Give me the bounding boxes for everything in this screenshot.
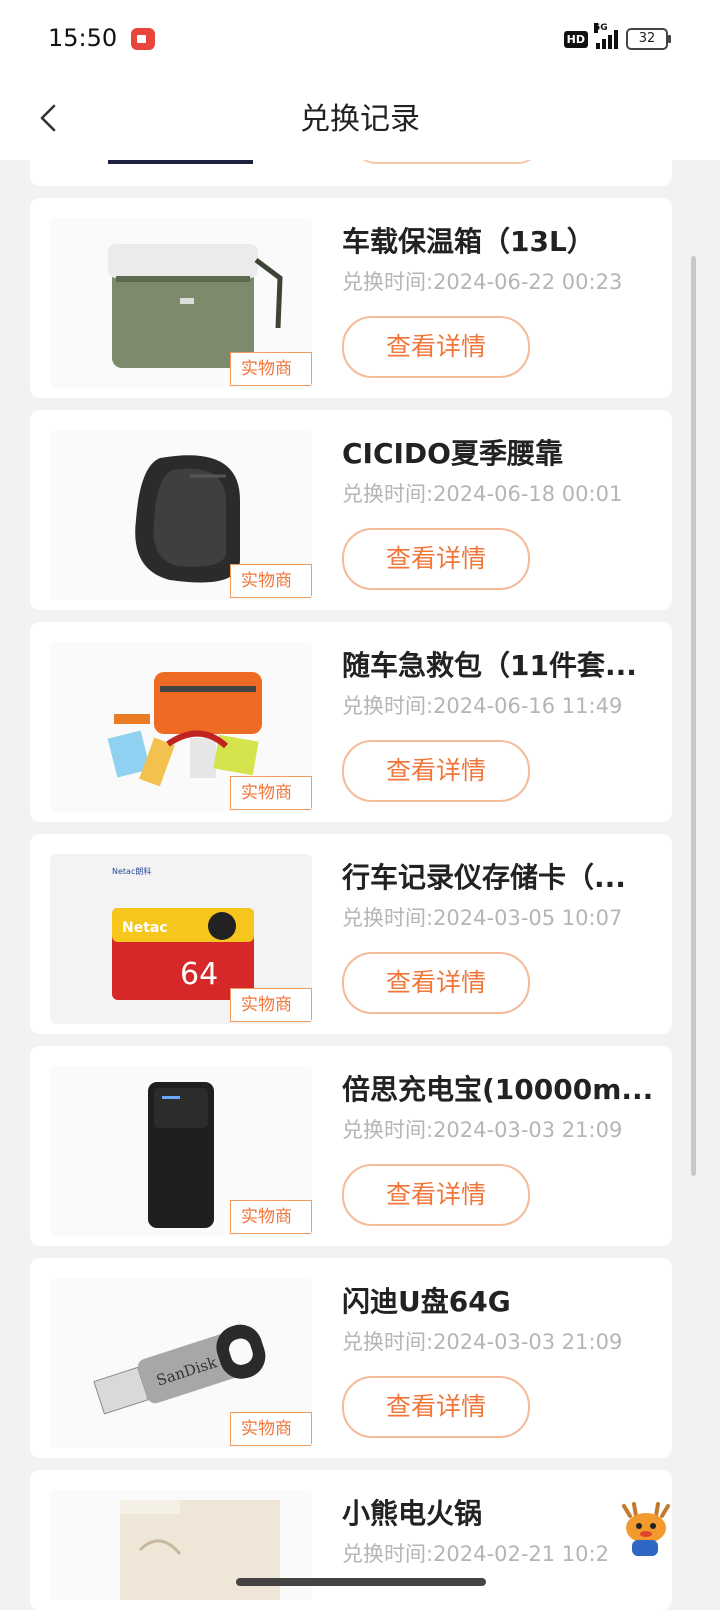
exchange-time: 兑换时间:2024-06-18 00:01 [342,482,623,506]
view-detail-button[interactable]: 查看详情 [342,952,530,1014]
exchange-time: 兑换时间:2024-03-03 21:09 [342,1330,623,1354]
exchange-record-list: 实物商品 车载保温箱（13L） 兑换时间:2024-06-22 00:23 查看… [30,160,672,1610]
product-name: 随车急救包（11件套... [342,649,637,682]
hd-icon: HD [563,30,588,48]
product-image: 实物商品 [50,218,312,388]
exchange-time: 兑换时间:2024-03-03 21:09 [342,1118,623,1142]
product-image: 实物商品 [50,642,312,812]
product-image: Netac朗科 Netac 64 实物商品 [50,854,312,1024]
detail-button-partial[interactable] [352,160,542,164]
status-bar: 15:50 HD 5G 32 [0,0,720,80]
view-detail-button[interactable]: 查看详情 [342,1164,530,1226]
view-detail-button[interactable]: 查看详情 [342,316,530,378]
product-image: SanDisk 实物商品 [50,1278,312,1448]
exchange-time: 兑换时间:2024-02-21 10:2 [342,1542,609,1566]
nav-header: 兑换记录 [0,80,720,160]
list-item[interactable]: Netac朗科 Netac 64 实物商品 行车记录仪存储卡（... 兑换时间:… [30,834,672,1034]
list-item-partial [30,160,672,186]
deer-mascot-icon [622,1502,670,1556]
exchange-time: 兑换时间:2024-06-22 00:23 [342,270,623,294]
status-time: 15:50 [48,24,118,52]
exchange-time: 兑换时间:2024-06-16 11:49 [342,694,623,718]
product-type-tag: 实物商品 [230,776,312,810]
product-image: 实物商品 [50,430,312,600]
product-name: 行车记录仪存储卡（... [342,861,626,894]
product-name: 车载保温箱（13L） [342,225,595,258]
card-capacity-text: 64 [180,957,218,992]
battery-icon: 32 [626,28,671,50]
product-type-tag: 实物商品 [230,1412,312,1446]
mascot-float-button[interactable] [614,1500,676,1558]
network-type: 5G [594,23,608,33]
product-type-tag: 实物商品 [230,988,312,1022]
list-item[interactable]: 实物商品 倍思充电宝(10000m... 兑换时间:2024-03-03 21:… [30,1046,672,1246]
home-indicator[interactable] [236,1578,486,1586]
scrollbar[interactable] [691,256,696,1176]
view-detail-button[interactable]: 查看详情 [342,528,530,590]
screen-record-icon [131,28,155,50]
product-type-tag: 实物商品 [230,1200,312,1234]
view-detail-button[interactable]: 查看详情 [342,1376,530,1438]
list-item[interactable]: 实物商品 随车急救包（11件套... 兑换时间:2024-06-16 11:49… [30,622,672,822]
list-item[interactable]: SanDisk 实物商品 闪迪U盘64G 兑换时间:2024-03-03 21:… [30,1258,672,1458]
card-brand-text: Netac [122,920,168,936]
signal-icon: 5G [594,23,618,49]
product-name: CICIDO夏季腰靠 [342,437,563,470]
list-item[interactable]: 实物商品 CICIDO夏季腰靠 兑换时间:2024-06-18 00:01 查看… [30,410,672,610]
page-title: 兑换记录 [300,102,420,137]
view-detail-button[interactable]: 查看详情 [342,740,530,802]
product-name: 闪迪U盘64G [342,1285,511,1318]
list-item[interactable]: 小熊电火锅 兑换时间:2024-02-21 10:2 [30,1470,672,1610]
status-icons: HD 5G 32 [563,23,671,50]
product-image: 实物商品 [50,1066,312,1236]
list-item[interactable]: 实物商品 车载保温箱（13L） 兑换时间:2024-06-22 00:23 查看… [30,198,672,398]
product-name: 倍思充电宝(10000m... [342,1073,654,1106]
product-type-tag: 实物商品 [230,352,312,386]
thumb-edge [108,160,253,164]
brand-logo-text: Netac朗科 [112,866,151,876]
exchange-time: 兑换时间:2024-03-05 10:07 [342,906,623,930]
product-name: 小熊电火锅 [342,1497,483,1530]
product-type-tag: 实物商品 [230,564,312,598]
